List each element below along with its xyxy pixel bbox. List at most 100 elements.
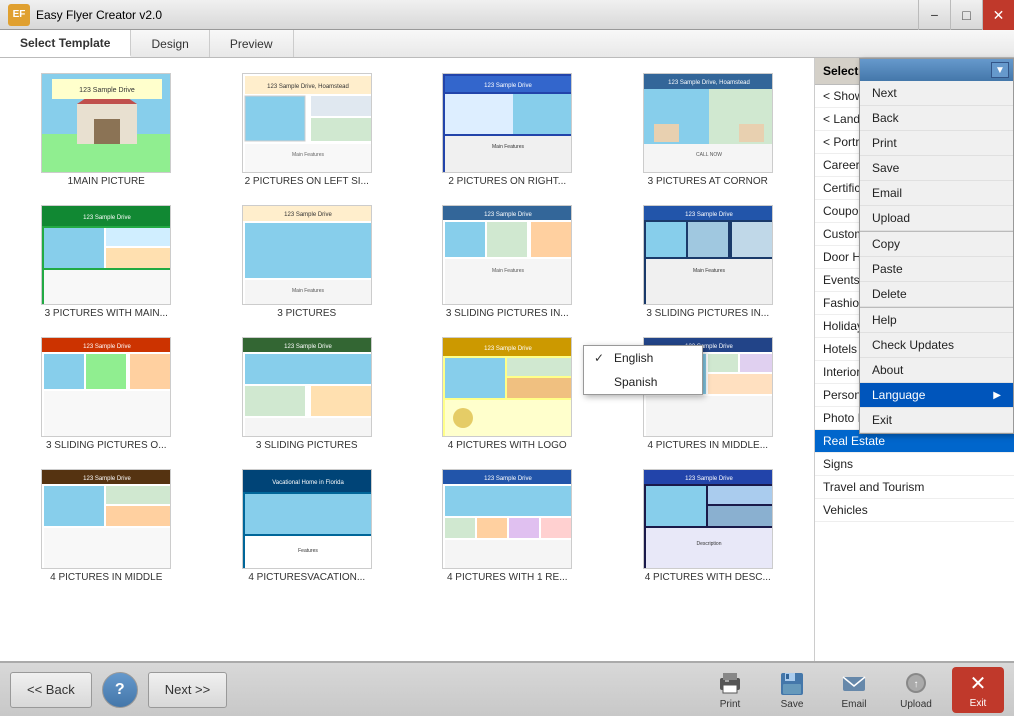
menu-item-exit[interactable]: Exit xyxy=(860,408,1013,433)
exit-icon-button[interactable]: ✕ Exit xyxy=(952,667,1004,713)
template-item[interactable]: 123 Sample Drive 3 SLIDING PICTURES O... xyxy=(10,332,203,456)
lang-item-english[interactable]: ✓English xyxy=(584,346,702,370)
template-item[interactable]: 123 Sample Drive Main Features 3 PICTURE… xyxy=(211,200,404,324)
template-label: 3 PICTURES AT CORNOR xyxy=(648,176,768,187)
menu-item-language[interactable]: Language▶ xyxy=(860,383,1013,408)
maximize-button[interactable]: □ xyxy=(950,0,982,30)
menu-item-next[interactable]: Next xyxy=(860,81,1013,106)
template-item[interactable]: 123 Sample Drive, Hoamstead CALL NOW 3 P… xyxy=(612,68,805,192)
template-label: 2 PICTURES ON RIGHT... xyxy=(448,176,566,187)
lang-item-spanish[interactable]: Spanish xyxy=(584,370,702,394)
menu-item-check-updates[interactable]: Check Updates xyxy=(860,333,1013,358)
tab-preview[interactable]: Preview xyxy=(210,30,294,57)
svg-text:123 Sample Drive: 123 Sample Drive xyxy=(83,344,131,350)
template-label: 3 PICTURES xyxy=(277,308,336,319)
svg-text:123 Sample Drive: 123 Sample Drive xyxy=(484,476,532,482)
svg-text:123 Sample Drive: 123 Sample Drive xyxy=(83,215,131,221)
menu-item-help[interactable]: Help xyxy=(860,307,1013,333)
svg-text:Main Features: Main Features xyxy=(693,268,725,274)
template-item[interactable]: 123 Sample Drive 4 PICTURES IN MIDDLE xyxy=(10,464,203,588)
email-icon-button[interactable]: Email xyxy=(828,667,880,713)
next-button[interactable]: Next >> xyxy=(148,672,228,708)
svg-text:123 Sample Drive: 123 Sample Drive xyxy=(83,476,131,482)
svg-text:123 Sample Drive: 123 Sample Drive xyxy=(685,476,733,482)
template-item[interactable]: 123 Sample Drive 3 SLIDING PICTURES xyxy=(211,332,404,456)
lang-submenu-panel: ✓EnglishSpanish xyxy=(583,345,703,395)
app-logo: EF xyxy=(8,4,30,26)
template-label: 4 PICTURES WITH LOGO xyxy=(448,440,567,451)
menu-item-paste[interactable]: Paste xyxy=(860,257,1013,282)
template-thumb: 123 Sample Drive Description xyxy=(643,469,773,569)
template-item[interactable]: 123 Sample Drive, Hoamstead Main Feature… xyxy=(211,68,404,192)
menu-collapse-button[interactable]: ▼ xyxy=(991,62,1009,78)
category-item[interactable]: Travel and Tourism xyxy=(815,476,1014,499)
bottombar: << Back ? Next >> Print Save xyxy=(0,661,1014,716)
template-thumb: 123 Sample Drive xyxy=(41,73,171,173)
template-label: 2 PICTURES ON LEFT SI... xyxy=(245,176,369,187)
template-item[interactable]: 123 Sample Drive 4 PICTURES WITH LOGO xyxy=(411,332,604,456)
context-menu: ▼ NextBackPrintSaveEmailUploadCopyPasteD… xyxy=(859,58,1014,434)
print-icon-button[interactable]: Print xyxy=(704,667,756,713)
template-label: 3 SLIDING PICTURES xyxy=(256,440,358,451)
svg-text:Description: Description xyxy=(696,541,721,547)
app-title: Easy Flyer Creator v2.0 xyxy=(36,8,162,22)
template-label: 4 PICTURES IN MIDDLE... xyxy=(647,440,768,451)
template-item[interactable]: 123 Sample Drive 4 PICTURES WITH 1 RE... xyxy=(411,464,604,588)
menu-item-delete[interactable]: Delete xyxy=(860,282,1013,307)
svg-text:123 Sample Drive: 123 Sample Drive xyxy=(284,212,332,218)
minimize-button[interactable]: − xyxy=(918,0,950,30)
template-thumb: 123 Sample Drive, Hoamstead Main Feature… xyxy=(242,73,372,173)
template-label: 3 SLIDING PICTURES IN... xyxy=(646,308,769,319)
template-thumb: 123 Sample Drive Main Features xyxy=(442,205,572,305)
menu-item-email[interactable]: Email xyxy=(860,181,1013,206)
svg-text:123 Sample Drive: 123 Sample Drive xyxy=(284,344,332,350)
upload-icon: ↑ xyxy=(900,669,932,697)
menu-arrow-bar: ▼ xyxy=(860,59,1013,81)
save-icon-button[interactable]: Save xyxy=(766,667,818,713)
template-label: 4 PICTURESVACATION... xyxy=(248,572,365,583)
menu-item-back[interactable]: Back xyxy=(860,106,1013,131)
menu-item-copy[interactable]: Copy xyxy=(860,231,1013,257)
template-thumb: 123 Sample Drive xyxy=(41,469,171,569)
email-icon xyxy=(838,669,870,697)
template-item[interactable]: Vacational Home in Florida Features 4 PI… xyxy=(211,464,404,588)
upload-icon-button[interactable]: ↑ Upload xyxy=(890,667,942,713)
template-thumb: 123 Sample Drive xyxy=(41,205,171,305)
titlebar: EF Easy Flyer Creator v2.0 − □ ✕ xyxy=(0,0,1014,30)
back-button[interactable]: << Back xyxy=(10,672,92,708)
svg-text:123 Sample Drive: 123 Sample Drive xyxy=(685,212,733,218)
template-thumb: 123 Sample Drive Main Features xyxy=(442,73,572,173)
template-label: 3 PICTURES WITH MAIN... xyxy=(45,308,168,319)
template-label: 1MAIN PICTURE xyxy=(68,176,145,187)
close-button[interactable]: ✕ xyxy=(982,0,1014,30)
svg-text:123 Sample Drive: 123 Sample Drive xyxy=(484,346,532,352)
navbar: Select Template Design Preview xyxy=(0,30,1014,58)
tab-select-template[interactable]: Select Template xyxy=(0,30,131,57)
window-controls: − □ ✕ xyxy=(918,0,1014,30)
menu-item-upload[interactable]: Upload xyxy=(860,206,1013,231)
template-thumb: 123 Sample Drive xyxy=(442,337,572,437)
menu-item-print[interactable]: Print xyxy=(860,131,1013,156)
svg-text:Main Features: Main Features xyxy=(292,288,324,294)
template-thumb: 123 Sample Drive Main Features xyxy=(643,205,773,305)
template-item[interactable]: 123 Sample Drive Main Features 3 SLIDING… xyxy=(612,200,805,324)
template-item[interactable]: 123 Sample Drive 1MAIN PICTURE xyxy=(10,68,203,192)
svg-text:123 Sample Drive, Hoamstead: 123 Sample Drive, Hoamstead xyxy=(668,80,750,86)
template-item[interactable]: 123 Sample Drive Main Features 3 SLIDING… xyxy=(411,200,604,324)
main-content: 123 Sample Drive 1MAIN PICTURE 123 Sampl… xyxy=(0,58,1014,661)
category-item[interactable]: Vehicles xyxy=(815,499,1014,522)
template-item[interactable]: 123 Sample Drive Description 4 PICTURES … xyxy=(612,464,805,588)
menu-item-save[interactable]: Save xyxy=(860,156,1013,181)
svg-text:Main Features: Main Features xyxy=(292,152,324,158)
template-thumb: 123 Sample Drive xyxy=(41,337,171,437)
tab-design[interactable]: Design xyxy=(131,30,209,57)
template-thumb: 123 Sample Drive xyxy=(242,337,372,437)
template-thumb: 123 Sample Drive, Hoamstead CALL NOW xyxy=(643,73,773,173)
menu-item-about[interactable]: About xyxy=(860,358,1013,383)
svg-text:Features: Features xyxy=(298,548,318,554)
template-item[interactable]: 123 Sample Drive 3 PICTURES WITH MAIN... xyxy=(10,200,203,324)
template-item[interactable]: 123 Sample Drive Main Features 2 PICTURE… xyxy=(411,68,604,192)
category-item[interactable]: Signs xyxy=(815,453,1014,476)
svg-text:123 Sample Drive, Hoamstead: 123 Sample Drive, Hoamstead xyxy=(267,84,349,90)
help-button[interactable]: ? xyxy=(102,672,138,708)
